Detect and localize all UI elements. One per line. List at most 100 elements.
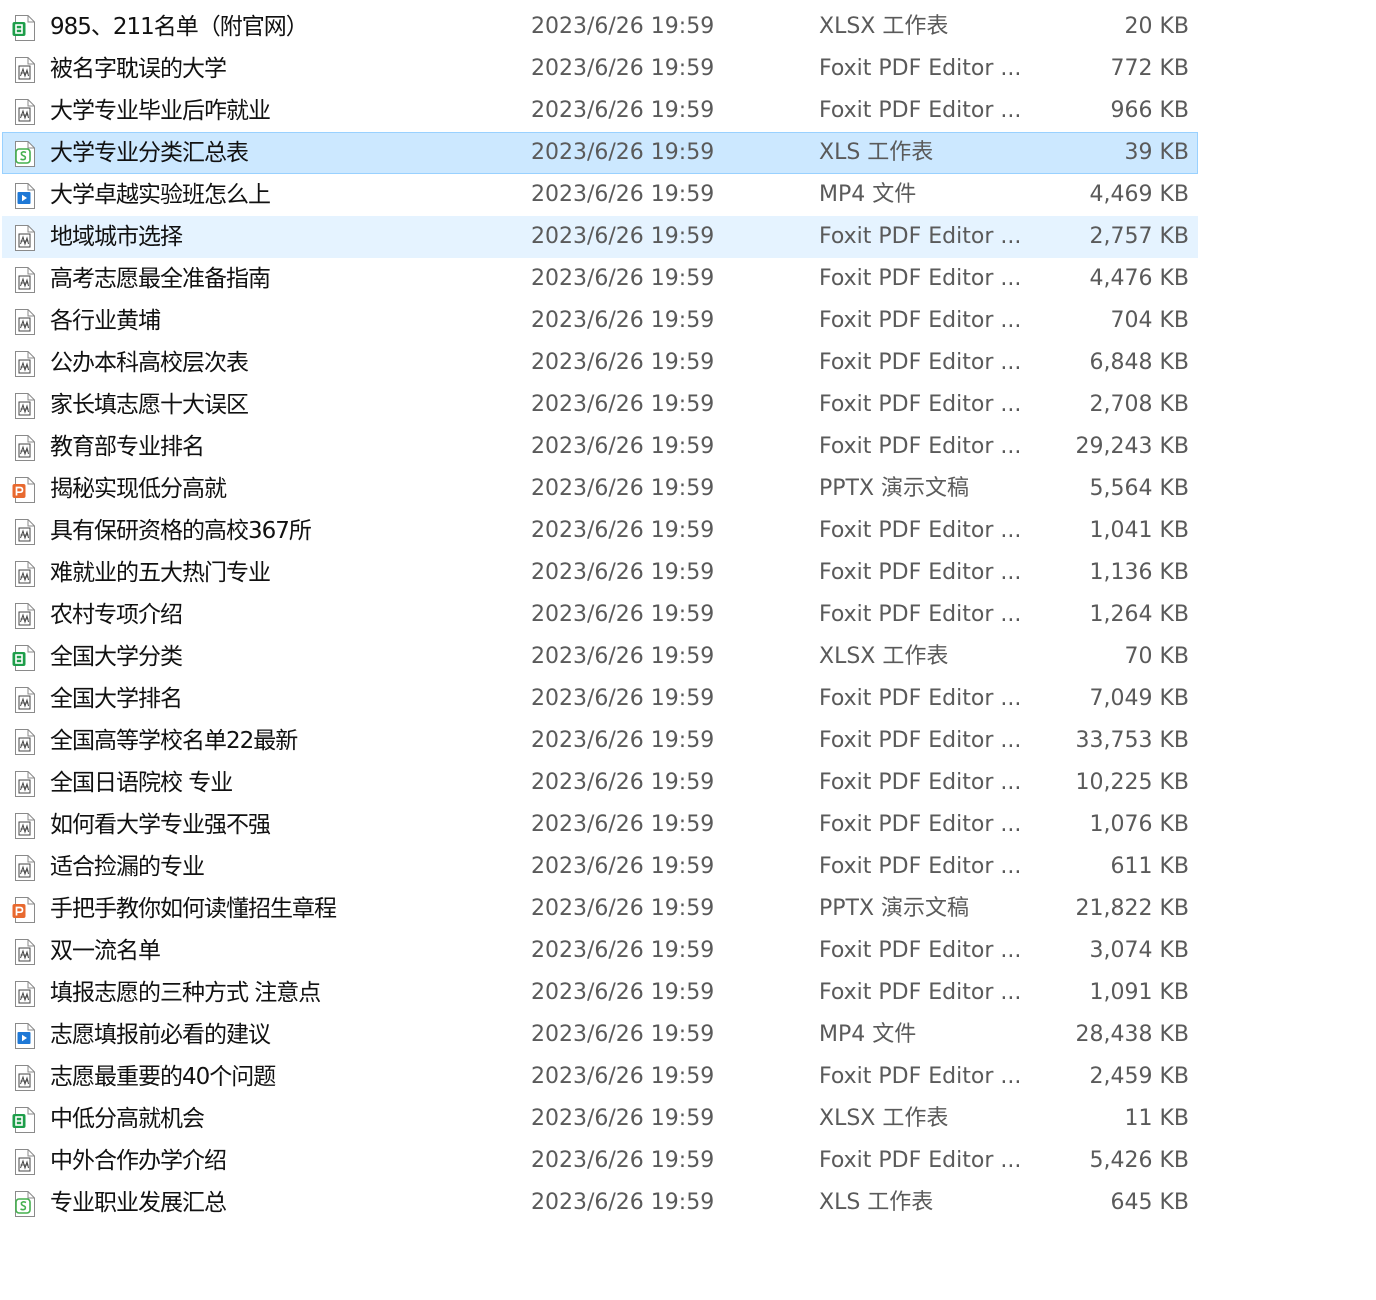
- file-row[interactable]: 985、211名单（附官网） 2023/6/26 19:59 XLSX 工作表 20 …: [2, 6, 1198, 48]
- file-name: 全国大学排名: [50, 686, 183, 712]
- file-date-modified: 2023/6/26 19:59: [531, 728, 715, 753]
- file-name: 志愿填报前必看的建议: [50, 1022, 271, 1048]
- file-date-modified: 2023/6/26 19:59: [531, 14, 715, 39]
- file-type: Foxit PDF Editor ...: [819, 350, 1022, 375]
- pdf-file-icon: [12, 1148, 36, 1176]
- file-type: Foxit PDF Editor ...: [819, 980, 1022, 1005]
- file-type: MP4 文件: [819, 182, 917, 207]
- file-size: 611 KB: [1110, 854, 1189, 879]
- file-name: 中低分高就机会: [50, 1106, 205, 1132]
- file-row[interactable]: 家长填志愿十大误区 2023/6/26 19:59 Foxit PDF Editor…: [2, 384, 1198, 426]
- file-type: XLSX 工作表: [819, 14, 949, 39]
- file-size: 28,438 KB: [1075, 1022, 1190, 1047]
- file-name: 适合捡漏的专业: [50, 854, 205, 880]
- file-name: 具有保研资格的高校367所: [50, 518, 312, 544]
- file-size: 1,264 KB: [1089, 602, 1190, 627]
- file-name: 家长填志愿十大误区: [50, 392, 249, 418]
- file-name: 全国日语院校 专业: [50, 770, 233, 796]
- file-date-modified: 2023/6/26 19:59: [531, 1148, 715, 1173]
- pptx-file-icon: [12, 896, 36, 924]
- file-date-modified: 2023/6/26 19:59: [531, 1064, 715, 1089]
- xlsx-file-icon: [12, 14, 36, 42]
- file-date-modified: 2023/6/26 19:59: [531, 602, 715, 627]
- file-row[interactable]: 难就业的五大热门专业 2023/6/26 19:59 Foxit PDF Edito…: [2, 552, 1198, 594]
- file-name: 手把手教你如何读懂招生章程: [50, 896, 337, 922]
- file-row[interactable]: 全国大学排名 2023/6/26 19:59 Foxit PDF Editor ..…: [2, 678, 1198, 720]
- file-size: 39 KB: [1124, 140, 1189, 165]
- file-date-modified: 2023/6/26 19:59: [531, 98, 715, 123]
- xls-file-icon: [12, 1190, 36, 1218]
- file-type: PPTX 演示文稿: [819, 896, 970, 921]
- file-type: Foxit PDF Editor ...: [819, 770, 1022, 795]
- file-row[interactable]: 双一流名单 2023/6/26 19:59 Foxit PDF Editor ...…: [2, 930, 1198, 972]
- file-row[interactable]: 专业职业发展汇总 2023/6/26 19:59 XLS 工作表 645 KB: [2, 1182, 1198, 1224]
- file-size: 33,753 KB: [1075, 728, 1190, 753]
- file-date-modified: 2023/6/26 19:59: [531, 1106, 715, 1131]
- file-row[interactable]: 大学专业分类汇总表 2023/6/26 19:59 XLS 工作表 39 KB: [2, 132, 1198, 174]
- file-list: 985、211名单（附官网） 2023/6/26 19:59 XLSX 工作表 20 …: [2, 6, 1198, 1224]
- pdf-file-icon: [12, 560, 36, 588]
- file-size: 2,459 KB: [1089, 1064, 1190, 1089]
- file-type: XLSX 工作表: [819, 1106, 949, 1131]
- file-row[interactable]: 公办本科高校层次表 2023/6/26 19:59 Foxit PDF Editor…: [2, 342, 1198, 384]
- file-type: PPTX 演示文稿: [819, 476, 970, 501]
- file-row[interactable]: 手把手教你如何读懂招生章程 2023/6/26 19:59 PPTX 演示文稿 21,…: [2, 888, 1198, 930]
- file-name: 大学专业毕业后咋就业: [50, 98, 271, 124]
- file-name: 难就业的五大热门专业: [50, 560, 271, 586]
- pdf-file-icon: [12, 224, 36, 252]
- pdf-file-icon: [12, 854, 36, 882]
- file-size: 1,076 KB: [1089, 812, 1190, 837]
- file-row[interactable]: 各行业黄埔 2023/6/26 19:59 Foxit PDF Editor ...…: [2, 300, 1198, 342]
- file-row[interactable]: 中外合作办学介绍 2023/6/26 19:59 Foxit PDF Editor …: [2, 1140, 1198, 1182]
- file-row[interactable]: 具有保研资格的高校367所 2023/6/26 19:59 Foxit PDF Ed…: [2, 510, 1198, 552]
- file-date-modified: 2023/6/26 19:59: [531, 896, 715, 921]
- file-name: 农村专项介绍: [50, 602, 183, 628]
- pdf-file-icon: [12, 98, 36, 126]
- file-row[interactable]: 高考志愿最全准备指南 2023/6/26 19:59 Foxit PDF Edito…: [2, 258, 1198, 300]
- file-row[interactable]: 填报志愿的三种方式 注意点 2023/6/26 19:59 Foxit PDF Ed…: [2, 972, 1198, 1014]
- file-row[interactable]: 志愿最重要的40个问题 2023/6/26 19:59 Foxit PDF Edit…: [2, 1056, 1198, 1098]
- file-type: Foxit PDF Editor ...: [819, 518, 1022, 543]
- file-row[interactable]: 揭秘实现低分高就 2023/6/26 19:59 PPTX 演示文稿 5,564 KB: [2, 468, 1198, 510]
- file-row[interactable]: 中低分高就机会 2023/6/26 19:59 XLSX 工作表 11 KB: [2, 1098, 1198, 1140]
- xlsx-file-icon: [12, 1106, 36, 1134]
- file-date-modified: 2023/6/26 19:59: [531, 224, 715, 249]
- file-row[interactable]: 全国高等学校名单22最新 2023/6/26 19:59 Foxit PDF Edi…: [2, 720, 1198, 762]
- file-type: Foxit PDF Editor ...: [819, 308, 1022, 333]
- file-type: XLSX 工作表: [819, 644, 949, 669]
- file-type: Foxit PDF Editor ...: [819, 434, 1022, 459]
- file-date-modified: 2023/6/26 19:59: [531, 644, 715, 669]
- file-type: Foxit PDF Editor ...: [819, 602, 1022, 627]
- file-name: 志愿最重要的40个问题: [50, 1064, 276, 1090]
- file-row[interactable]: 如何看大学专业强不强 2023/6/26 19:59 Foxit PDF Edito…: [2, 804, 1198, 846]
- file-row[interactable]: 适合捡漏的专业 2023/6/26 19:59 Foxit PDF Editor .…: [2, 846, 1198, 888]
- file-size: 3,074 KB: [1089, 938, 1190, 963]
- file-row[interactable]: 教育部专业排名 2023/6/26 19:59 Foxit PDF Editor .…: [2, 426, 1198, 468]
- file-name: 大学专业分类汇总表: [50, 140, 249, 166]
- file-name: 中外合作办学介绍: [50, 1148, 227, 1174]
- pdf-file-icon: [12, 728, 36, 756]
- pptx-file-icon: [12, 476, 36, 504]
- file-row[interactable]: 全国日语院校 专业 2023/6/26 19:59 Foxit PDF Editor…: [2, 762, 1198, 804]
- file-date-modified: 2023/6/26 19:59: [531, 1190, 715, 1215]
- pdf-file-icon: [12, 1064, 36, 1092]
- file-date-modified: 2023/6/26 19:59: [531, 686, 715, 711]
- file-row[interactable]: 农村专项介绍 2023/6/26 19:59 Foxit PDF Editor ..…: [2, 594, 1198, 636]
- file-type: XLS 工作表: [819, 140, 934, 165]
- mp4-file-icon: [12, 182, 36, 210]
- file-size: 645 KB: [1110, 1190, 1189, 1215]
- file-date-modified: 2023/6/26 19:59: [531, 308, 715, 333]
- pdf-file-icon: [12, 56, 36, 84]
- file-type: Foxit PDF Editor ...: [819, 728, 1022, 753]
- file-type: Foxit PDF Editor ...: [819, 224, 1022, 249]
- file-type: Foxit PDF Editor ...: [819, 812, 1022, 837]
- file-size: 772 KB: [1110, 56, 1189, 81]
- file-type: Foxit PDF Editor ...: [819, 1064, 1022, 1089]
- file-row[interactable]: 被名字耽误的大学 2023/6/26 19:59 Foxit PDF Editor …: [2, 48, 1198, 90]
- file-row[interactable]: 志愿填报前必看的建议 2023/6/26 19:59 MP4 文件 28,438 KB: [2, 1014, 1198, 1056]
- file-row[interactable]: 地域城市选择 2023/6/26 19:59 Foxit PDF Editor ..…: [2, 216, 1198, 258]
- file-size: 70 KB: [1124, 644, 1189, 669]
- file-row[interactable]: 大学卓越实验班怎么上 2023/6/26 19:59 MP4 文件 4,469 KB: [2, 174, 1198, 216]
- file-row[interactable]: 全国大学分类 2023/6/26 19:59 XLSX 工作表 70 KB: [2, 636, 1198, 678]
- file-row[interactable]: 大学专业毕业后咋就业 2023/6/26 19:59 Foxit PDF Edito…: [2, 90, 1198, 132]
